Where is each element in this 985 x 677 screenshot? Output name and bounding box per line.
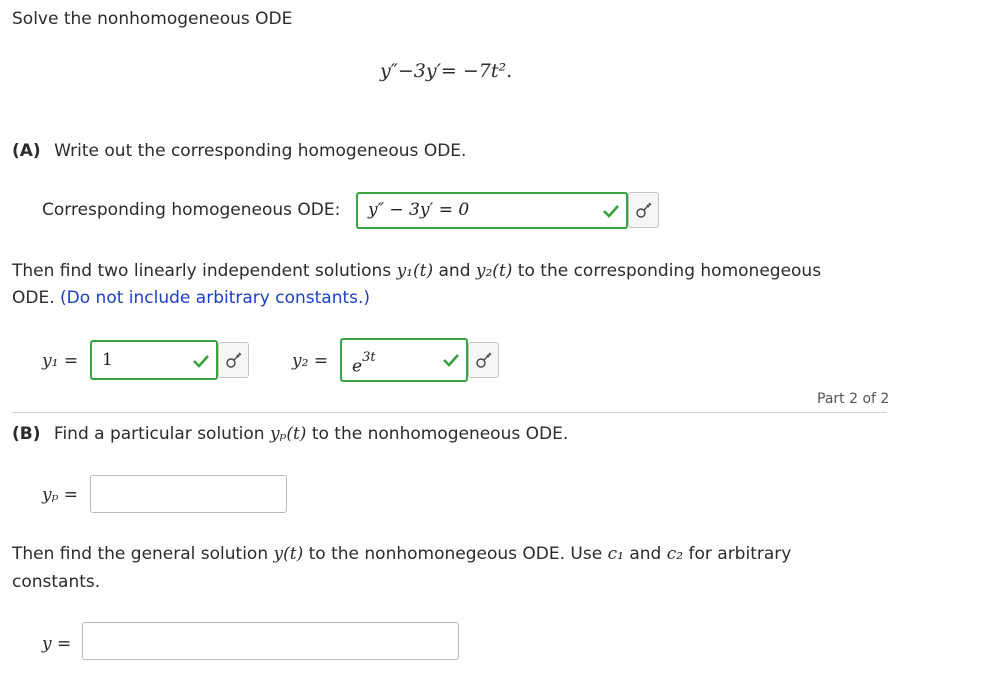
y1-symbol: y₁(t) <box>396 261 434 281</box>
then-text: Then find two linearly independent solut… <box>12 261 397 281</box>
general-line-2: constants. <box>12 572 101 592</box>
homog-ode-value: y″ − 3y′ = 0 <box>368 200 470 220</box>
general-line-1: Then find the general solution y(t) to t… <box>12 543 791 565</box>
check-icon <box>193 355 209 368</box>
y-label: y = <box>42 634 72 654</box>
general-text-3: for arbitrary <box>683 544 792 564</box>
y1-field[interactable]: 1 <box>90 340 218 380</box>
general-text: Then find the general solution <box>12 544 274 564</box>
y2-exponent: 3t <box>362 350 376 365</box>
part-b-prompt-end: to the nonhomogeneous ODE. <box>306 424 569 444</box>
part-indicator: Part 2 of 2 <box>817 391 890 407</box>
key-icon <box>476 352 492 368</box>
y2-base: e <box>352 356 363 377</box>
c2-symbol: c₂ <box>666 544 684 564</box>
part-b-header: (B) Find a particular solution yₚ(t) to … <box>12 423 568 445</box>
yp-input[interactable] <box>90 475 287 513</box>
yp-symbol: yₚ(t) <box>269 424 307 444</box>
y2-field[interactable]: e3t <box>340 338 468 382</box>
part-a-prompt: Write out the corresponding homogeneous … <box>54 141 467 161</box>
general-solution-input[interactable] <box>82 622 459 660</box>
y2-symbol: y₂(t) <box>475 261 513 281</box>
key-icon-button[interactable] <box>468 342 499 378</box>
homog-label: Corresponding homogeneous ODE: <box>42 200 341 220</box>
y1-value: 1 <box>102 350 113 370</box>
section-divider <box>12 412 887 413</box>
y2-value: e3t <box>352 350 376 377</box>
c1-symbol: c₁ <box>607 544 624 564</box>
general-text-2: to the nonhomonegeous ODE. Use <box>303 544 608 564</box>
check-icon <box>443 354 459 367</box>
y-symbol: y(t) <box>273 544 304 564</box>
key-icon <box>226 352 242 368</box>
ode-text: ODE. <box>12 288 61 308</box>
key-icon-button[interactable] <box>628 192 659 228</box>
yp-label: yₚ = <box>42 485 79 505</box>
then-line-1: Then find two linearly independent solut… <box>12 260 821 282</box>
y1-label: y₁ = <box>42 351 79 371</box>
key-icon-button[interactable] <box>218 342 249 378</box>
part-a-header: (A) Write out the corresponding homogene… <box>12 140 466 162</box>
key-icon <box>636 202 652 218</box>
and-text: and <box>623 544 667 564</box>
part-a-label: (A) <box>12 141 41 161</box>
main-equation: y″−3y′= −7t². <box>380 60 513 82</box>
part-b-prompt: Find a particular solution <box>53 424 270 444</box>
and-text: and <box>433 261 476 281</box>
y2-label: y₂ = <box>292 351 329 371</box>
part-b-label: (B) <box>12 424 41 444</box>
intro-text: Solve the nonhomogeneous ODE <box>12 9 293 29</box>
homog-ode-field[interactable]: y″ − 3y′ = 0 <box>356 192 628 229</box>
no-constants-note: (Do not include arbitrary constants.) <box>60 288 371 308</box>
check-icon <box>603 205 619 218</box>
then-text-2: to the corresponding homonegeous <box>512 261 822 281</box>
then-line-2: ODE. (Do not include arbitrary constants… <box>12 287 370 309</box>
